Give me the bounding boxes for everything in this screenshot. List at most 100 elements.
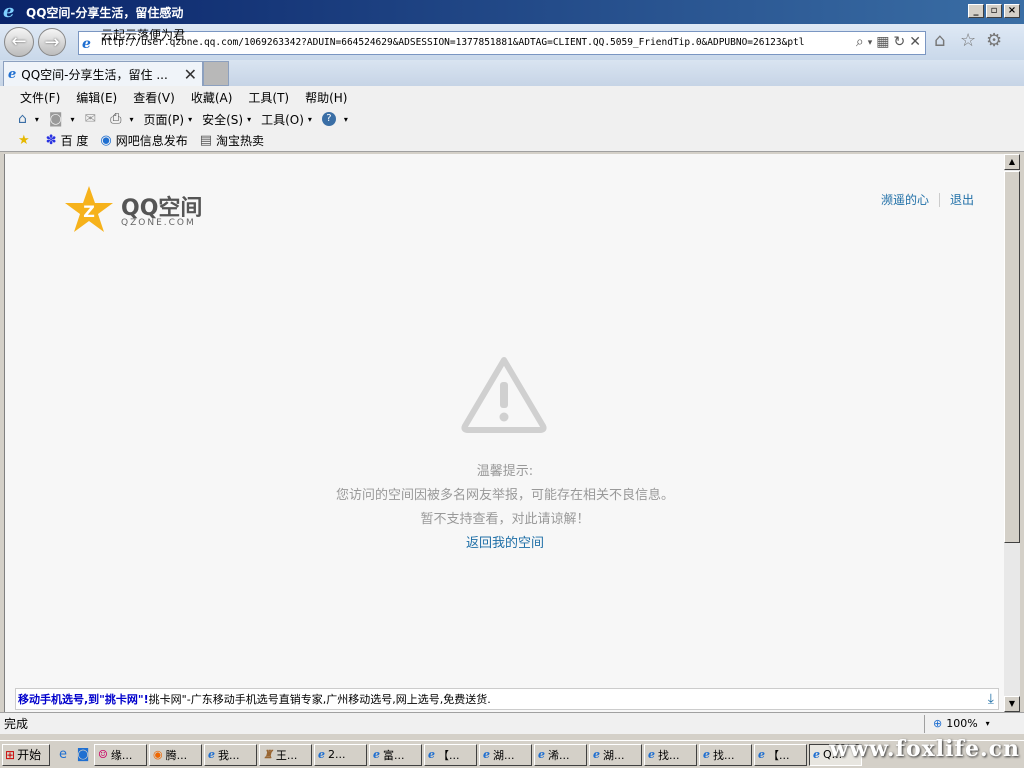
taskbar-button[interactable]: ◉ 腾...	[149, 743, 202, 766]
app-icon: ♜	[263, 748, 273, 761]
taskbar-button-label: 湖...	[603, 748, 625, 762]
taskbar-button[interactable]: e 浠...	[534, 743, 587, 766]
taskbar-button[interactable]: e 找...	[644, 743, 697, 766]
taskbar-button-label: 腾...	[165, 748, 188, 762]
refresh-icon[interactable]: ↻	[894, 34, 906, 52]
cmd-feeds[interactable]: ◙ ▾	[49, 111, 75, 127]
quicklaunch-app-icon[interactable]: ◙	[74, 745, 92, 765]
user-name-link[interactable]: 濒遥的心	[881, 191, 929, 208]
home-icon[interactable]: ⌂	[934, 30, 945, 51]
taskbar-button[interactable]: e 富...	[369, 743, 422, 766]
favorites-star-icon[interactable]: ☆	[960, 30, 976, 51]
logo-subtext: QZONE.COM	[121, 218, 196, 228]
dropdown-icon: ▾	[985, 719, 990, 728]
ie-icon: e	[428, 748, 435, 761]
ie-icon: e	[318, 748, 325, 761]
back-to-my-space-link[interactable]: 返回我的空间	[466, 536, 544, 551]
maximize-button[interactable]: ▫	[986, 4, 1002, 18]
address-suggestion: 云起云落便为君	[101, 28, 186, 42]
fav-item-wangba[interactable]: ◉ 网吧信息发布	[100, 132, 187, 149]
taskbar-button[interactable]: e 湖...	[479, 743, 532, 766]
logout-link[interactable]: 退出	[950, 191, 974, 208]
menu-view[interactable]: 查看(V)	[133, 89, 175, 106]
taskbar-button[interactable]: ♜ 王...	[259, 743, 312, 766]
back-button[interactable]: ←	[4, 27, 34, 57]
settings-gear-icon[interactable]: ⚙	[986, 30, 1002, 51]
cmd-home[interactable]: ⌂ ▾	[18, 111, 39, 127]
command-bar: ⌂ ▾ ◙ ▾ ✉ ⎙ ▾ 页面(P) ▾ 安全(S) ▾ 工具(O) ▾ ? ▾	[0, 108, 1024, 130]
qzone-star-icon: Z	[65, 186, 113, 232]
zoom-control[interactable]: ⊕ 100% ▾	[924, 714, 1004, 733]
taskbar-button[interactable]: ☺ 缘...	[94, 743, 147, 766]
taskbar-button-label: 我...	[218, 748, 240, 762]
site-watermark: www.foxlife.cn	[829, 736, 1020, 762]
taskbar-button-label: 【...	[438, 748, 460, 762]
menu-tools[interactable]: 工具(T)	[248, 89, 289, 106]
window-controls: _ ▫ ×	[968, 4, 1020, 18]
favorites-star-icon: ★	[18, 133, 30, 148]
address-url[interactable]: http://user.qzone.qq.com/1069263342?ADUI…	[101, 32, 841, 54]
quicklaunch-ie-icon[interactable]: e	[54, 745, 72, 765]
tab-label: QQ空间-分享生活，留住 ...	[21, 67, 168, 82]
new-tab-button[interactable]	[203, 61, 229, 86]
help-icon: ?	[321, 112, 336, 126]
taskbar-button-label: 富...	[383, 748, 405, 762]
fav-item-baidu[interactable]: ✽ 百 度	[46, 132, 89, 149]
tab-qzone[interactable]: e QQ空间-分享生活，留住 ... ✕	[3, 61, 203, 86]
taskbar-button[interactable]: e 湖...	[589, 743, 642, 766]
start-button[interactable]: ⊞ 开始	[2, 743, 50, 766]
scroll-down-arrow-icon[interactable]: ▼	[1004, 696, 1020, 712]
qzone-logo[interactable]: Z QQ空间 QZONE.COM	[63, 184, 223, 236]
taskbar-button[interactable]: e 【...	[754, 743, 807, 766]
taskbar-button[interactable]: e 2...	[314, 743, 367, 766]
address-row: ← → e http://user.qzone.qq.com/106926334…	[0, 24, 1024, 60]
scroll-up-arrow-icon[interactable]: ▲	[1004, 154, 1020, 170]
cmd-mail[interactable]: ✉	[85, 111, 101, 127]
menu-favorites[interactable]: 收藏(A)	[191, 89, 233, 106]
dropdown-icon[interactable]: ▾	[868, 34, 873, 52]
compat-view-icon[interactable]: ▦	[876, 34, 889, 52]
menu-file[interactable]: 文件(F)	[20, 89, 60, 106]
cmd-tools[interactable]: 工具(O) ▾	[261, 111, 312, 128]
warning-triangle-icon	[461, 357, 547, 433]
dropdown-icon: ▾	[188, 114, 193, 124]
address-bar[interactable]: e http://user.qzone.qq.com/1069263342?AD…	[78, 28, 926, 55]
dropdown-icon: ▾	[129, 114, 134, 124]
minimize-button[interactable]: _	[968, 4, 984, 18]
cmd-help[interactable]: ? ▾	[321, 112, 348, 126]
ad-title[interactable]: 移动手机选号,到"挑卡网"!	[18, 691, 149, 707]
notice-line-2: 暂不支持查看，对此请谅解！	[420, 512, 590, 527]
stop-icon[interactable]: ✕	[909, 34, 921, 52]
svg-text:Z: Z	[83, 202, 95, 221]
menu-edit[interactable]: 编辑(E)	[76, 89, 117, 106]
taskbar-button[interactable]: e 【...	[424, 743, 477, 766]
cmd-print[interactable]: ⎙ ▾	[110, 111, 133, 127]
cmd-page[interactable]: 页面(P) ▾	[143, 111, 192, 128]
start-label: 开始	[17, 748, 42, 762]
fav-item-label: 网吧信息发布	[115, 134, 188, 148]
scroll-thumb[interactable]	[1004, 171, 1020, 543]
forward-arrow-icon: →	[44, 32, 60, 53]
taskbar-button[interactable]: e 我...	[204, 743, 257, 766]
fav-item-taobao[interactable]: ▤ 淘宝热卖	[200, 132, 264, 149]
favorites-center-button[interactable]: ★	[18, 133, 34, 148]
download-arrow-icon[interactable]: ⤓	[988, 691, 994, 707]
close-button[interactable]: ×	[1004, 4, 1020, 18]
taskbar-button-label: 缘...	[110, 748, 133, 762]
taskbar-button-label: 找...	[713, 748, 735, 762]
vertical-scrollbar[interactable]: ▲ ▼	[1004, 154, 1020, 712]
tab-close-icon[interactable]: ✕	[184, 65, 197, 84]
mail-icon: ✉	[84, 111, 97, 127]
cmd-page-label: 页面(P)	[143, 112, 185, 127]
cmd-safety[interactable]: 安全(S) ▾	[202, 111, 251, 128]
forward-button[interactable]: →	[38, 28, 66, 56]
taskbar-button[interactable]: e 找...	[699, 743, 752, 766]
ad-bar[interactable]: 移动手机选号,到"挑卡网"! 挑卡网"-广东移动手机选号直销专家,广州移动选号,…	[15, 688, 999, 710]
ie-icon: e	[538, 748, 545, 761]
dropdown-icon: ▾	[70, 114, 75, 124]
taskbar-button-label: 【...	[768, 748, 790, 762]
search-icon[interactable]: ⌕	[856, 34, 864, 52]
ie-icon: e	[208, 748, 215, 761]
favorites-bar: ★ ✽ 百 度 ◉ 网吧信息发布 ▤ 淘宝热卖	[0, 130, 1024, 152]
menu-help[interactable]: 帮助(H)	[305, 89, 347, 106]
